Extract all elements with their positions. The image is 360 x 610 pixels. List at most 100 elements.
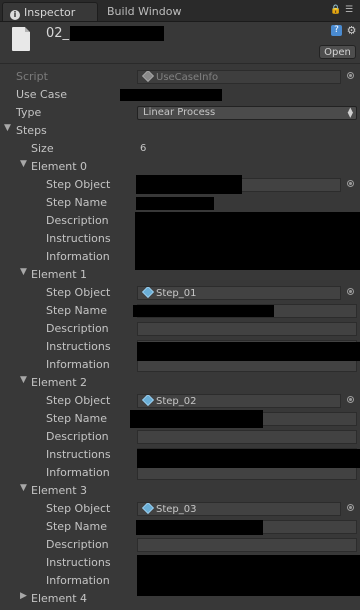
description-field[interactable] bbox=[137, 430, 357, 444]
element-0-foldout[interactable]: ▼ Element 0 bbox=[0, 158, 360, 176]
element-2-instructions-redacted bbox=[137, 449, 360, 468]
element-label: Element 1 bbox=[31, 268, 88, 281]
steps-row[interactable]: ▼ Steps bbox=[0, 122, 360, 140]
step-name-label: Step Name bbox=[46, 304, 107, 317]
steps-label: Steps bbox=[16, 124, 47, 137]
step-object-row: Step Object bbox=[0, 175, 360, 194]
step-object-field[interactable]: Step_02 bbox=[137, 394, 341, 408]
step-object-label: Step Object bbox=[46, 286, 111, 299]
step-object-row: Step Object Step_02 bbox=[0, 392, 360, 410]
redacted-name bbox=[70, 26, 164, 41]
description-label: Description bbox=[46, 538, 109, 551]
gameobject-icon bbox=[141, 395, 155, 407]
step-name-label: Step Name bbox=[46, 520, 107, 533]
step-object-row: Step Object Step_03 bbox=[0, 500, 360, 518]
type-value: Linear Process bbox=[143, 107, 216, 118]
use-case-row: Use Case bbox=[0, 86, 360, 104]
step-object-value: Step_01 bbox=[156, 288, 197, 299]
step-object-field[interactable]: Step_01 bbox=[137, 286, 341, 300]
size-label: Size bbox=[31, 142, 54, 155]
step-object-value: Step_02 bbox=[156, 396, 197, 407]
step-name-row: Step Name bbox=[0, 518, 360, 536]
step-name-redacted bbox=[133, 305, 274, 317]
size-field[interactable]: 6 bbox=[137, 142, 341, 156]
script-value: UseCaseInfo bbox=[156, 72, 219, 83]
step-name-label: Step Name bbox=[46, 196, 107, 209]
element-2-foldout[interactable]: ▼ Element 2 bbox=[0, 374, 360, 392]
element-3-foldout[interactable]: ▼ Element 3 bbox=[0, 482, 360, 500]
tab-inspector[interactable]: i Inspector bbox=[2, 2, 98, 21]
dropdown-arrows-icon: ▲ ▼ bbox=[347, 106, 353, 119]
script-asset-icon bbox=[12, 27, 30, 51]
step-object-value: Step_03 bbox=[156, 504, 197, 515]
description-row: Description bbox=[0, 428, 360, 446]
object-picker-icon[interactable] bbox=[347, 504, 354, 511]
step-object-label: Step Object bbox=[46, 502, 111, 515]
header-divider bbox=[0, 63, 360, 64]
object-picker-icon[interactable] bbox=[347, 180, 354, 187]
object-picker-icon[interactable] bbox=[347, 288, 354, 295]
type-dropdown[interactable]: Linear Process ▲ ▼ bbox=[137, 106, 357, 120]
element-label: Element 4 bbox=[31, 592, 88, 605]
element-label: Element 0 bbox=[31, 160, 88, 173]
element-1-instructions-redacted bbox=[137, 342, 360, 361]
information-label: Information bbox=[46, 358, 110, 371]
inspector-header: 02_ ? ⚙ Open bbox=[0, 22, 360, 64]
element-label: Element 3 bbox=[31, 484, 88, 497]
use-case-value-redacted[interactable] bbox=[120, 89, 222, 101]
information-field[interactable] bbox=[137, 466, 357, 480]
element-3-text-redacted bbox=[137, 555, 360, 596]
instructions-label: Instructions bbox=[46, 556, 111, 569]
step-object-label: Step Object bbox=[46, 178, 111, 191]
object-name: 02_ bbox=[46, 26, 70, 41]
element-0-text-redacted bbox=[135, 212, 360, 270]
element-label: Element 2 bbox=[31, 376, 88, 389]
description-label: Description bbox=[46, 430, 109, 443]
step-object-label: Step Object bbox=[46, 394, 111, 407]
information-label: Information bbox=[46, 574, 110, 587]
foldout-arrow-icon[interactable]: ▼ bbox=[20, 267, 27, 277]
property-list: Script UseCaseInfo Use Case Type Linear … bbox=[0, 68, 360, 608]
tab-inspector-label: Inspector bbox=[24, 6, 76, 19]
foldout-arrow-icon[interactable]: ▼ bbox=[20, 159, 27, 169]
step-name-row: Step Name bbox=[0, 194, 360, 212]
step-name-redacted bbox=[136, 520, 263, 535]
instructions-label: Instructions bbox=[46, 448, 111, 461]
description-field[interactable] bbox=[137, 538, 357, 552]
open-button[interactable]: Open bbox=[319, 45, 356, 59]
help-book-icon[interactable]: ? bbox=[331, 25, 342, 36]
step-name-redacted[interactable] bbox=[136, 197, 214, 210]
foldout-arrow-icon[interactable]: ▼ bbox=[20, 483, 27, 493]
info-icon: i bbox=[10, 10, 20, 20]
foldout-arrow-icon[interactable]: ▼ bbox=[4, 123, 11, 133]
gameobject-icon bbox=[141, 503, 155, 515]
step-object-row: Step Object Step_01 bbox=[0, 284, 360, 302]
step-name-redacted bbox=[130, 410, 263, 428]
information-label: Information bbox=[46, 250, 110, 263]
instructions-label: Instructions bbox=[46, 232, 111, 245]
menu-icon[interactable]: ☰ bbox=[345, 5, 353, 15]
tab-build-window[interactable]: Build Window bbox=[99, 2, 199, 21]
type-row: Type Linear Process ▲ ▼ bbox=[0, 104, 360, 122]
foldout-arrow-icon[interactable]: ▼ bbox=[20, 375, 27, 385]
step-name-row: Step Name bbox=[0, 302, 360, 320]
object-picker-icon[interactable] bbox=[347, 396, 354, 403]
script-icon bbox=[141, 71, 155, 83]
description-field[interactable] bbox=[137, 322, 357, 336]
gear-icon[interactable]: ⚙ bbox=[346, 25, 357, 36]
instructions-label: Instructions bbox=[46, 340, 111, 353]
gameobject-icon bbox=[141, 287, 155, 299]
use-case-label: Use Case bbox=[16, 88, 67, 101]
step-object-field[interactable]: Step_03 bbox=[137, 502, 341, 516]
object-picker-icon[interactable] bbox=[347, 72, 354, 79]
type-label: Type bbox=[16, 106, 42, 119]
tab-build-window-label: Build Window bbox=[107, 5, 182, 18]
information-label: Information bbox=[46, 466, 110, 479]
description-label: Description bbox=[46, 214, 109, 227]
lock-icon[interactable]: 🔒 bbox=[330, 5, 341, 15]
size-row: Size 6 bbox=[0, 140, 360, 158]
foldout-arrow-icon[interactable]: ▶ bbox=[20, 591, 27, 601]
step-name-label: Step Name bbox=[46, 412, 107, 425]
step-name-row: Step Name bbox=[0, 410, 360, 428]
description-row: Description bbox=[0, 536, 360, 554]
